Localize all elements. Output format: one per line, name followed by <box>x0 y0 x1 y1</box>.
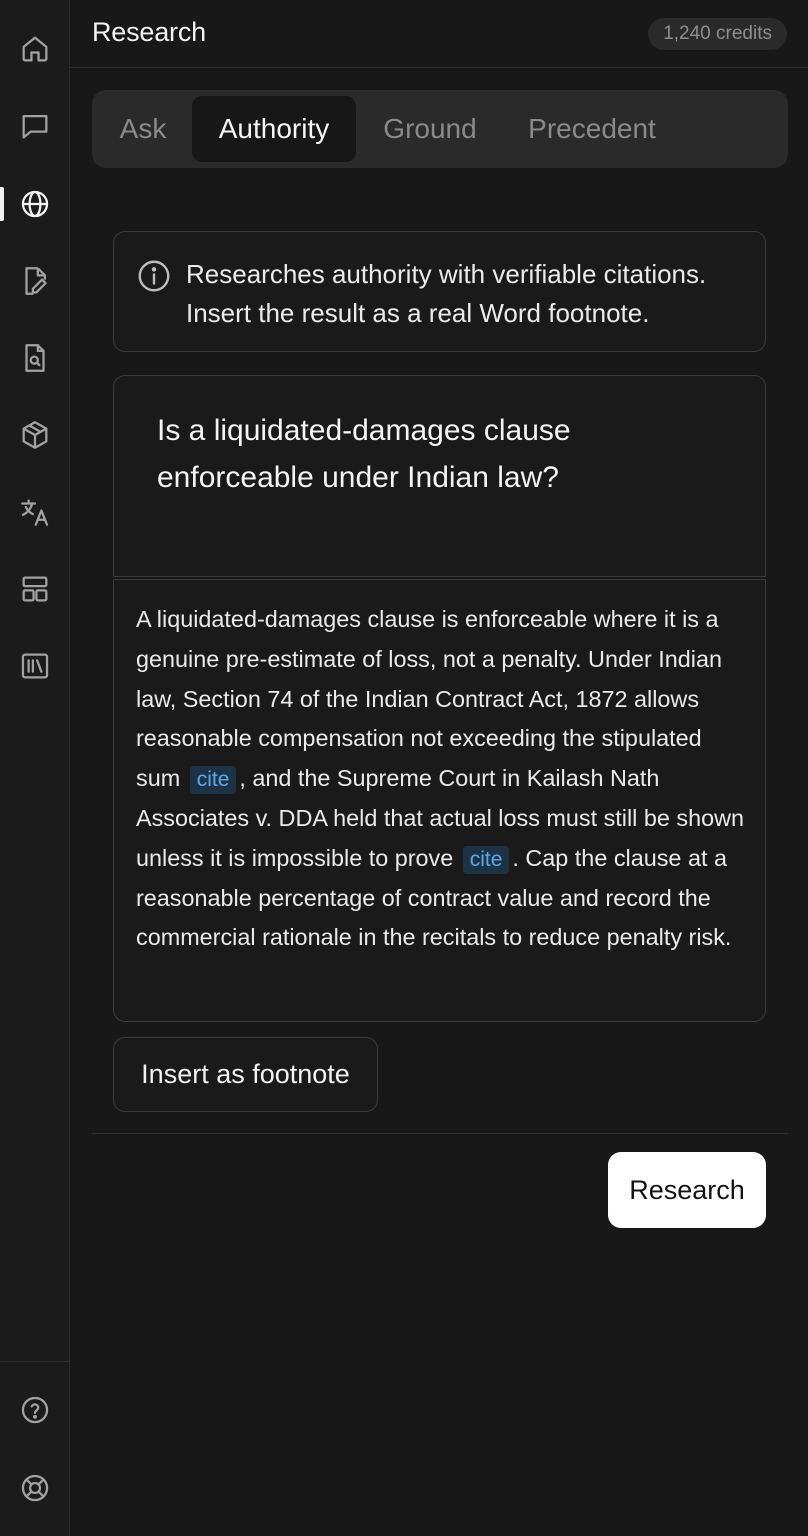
answer-panel: A liquidated-damages clause is enforceab… <box>113 579 766 1022</box>
info-callout: Researches authority with verifiable cit… <box>113 231 766 352</box>
file-edit-icon <box>18 264 52 298</box>
answer-text-part: A liquidated-damages clause is enforceab… <box>136 606 722 792</box>
tab-authority[interactable]: Authority <box>192 96 356 162</box>
globe-icon <box>18 187 52 221</box>
credits-badge: 1,240 credits <box>648 18 787 50</box>
page-title: Research <box>92 17 206 47</box>
sidebar-item-library[interactable] <box>10 641 60 691</box>
sidebar-item-translate[interactable] <box>10 487 60 537</box>
sidebar-item-draft[interactable] <box>10 256 60 306</box>
question-text: Is a liquidated-damages clause enforceab… <box>157 414 571 494</box>
info-text: Researches authority with verifiable cit… <box>186 259 707 328</box>
sidebar-item-home[interactable] <box>10 24 60 74</box>
sidebar-item-chat[interactable] <box>10 101 60 151</box>
answer-text: A liquidated-damages clause is enforceab… <box>136 600 751 958</box>
question-input[interactable]: Is a liquidated-damages clause enforceab… <box>113 375 766 577</box>
sidebar-item-review[interactable] <box>10 333 60 383</box>
help-icon <box>18 1393 52 1427</box>
cite-link[interactable]: cite <box>462 845 510 874</box>
divider <box>92 1133 788 1134</box>
cube-icon <box>18 418 52 452</box>
layout-icon <box>18 572 52 606</box>
sidebar-item-help[interactable] <box>10 1385 60 1435</box>
sidebar-item-templates[interactable] <box>10 410 60 460</box>
file-search-icon <box>18 341 52 375</box>
sidebar-item-support[interactable] <box>10 1463 60 1513</box>
library-icon <box>18 649 52 683</box>
header: Research 1,240 credits <box>70 0 808 68</box>
research-button[interactable]: Research <box>608 1152 766 1228</box>
rail-divider <box>0 1361 69 1362</box>
home-icon <box>18 32 52 66</box>
tab-precedent[interactable]: Precedent <box>517 96 667 162</box>
mode-tabs: Ask Authority Ground Precedent <box>92 90 788 168</box>
app-root: Research 1,240 credits Ask Authority Gro… <box>0 0 808 1536</box>
tab-ask[interactable]: Ask <box>106 96 180 162</box>
sidebar-item-layouts[interactable] <box>10 564 60 614</box>
sidebar-item-research[interactable] <box>10 179 60 229</box>
sidebar-rail <box>0 0 70 1536</box>
lifebuoy-icon <box>18 1471 52 1505</box>
insert-footnote-button[interactable]: Insert as footnote <box>113 1037 378 1112</box>
cite-link[interactable]: cite <box>189 766 237 795</box>
active-indicator <box>0 187 4 221</box>
tab-ground[interactable]: Ground <box>372 96 488 162</box>
info-icon <box>136 258 172 294</box>
translate-icon <box>18 495 52 529</box>
chat-icon <box>18 109 52 143</box>
